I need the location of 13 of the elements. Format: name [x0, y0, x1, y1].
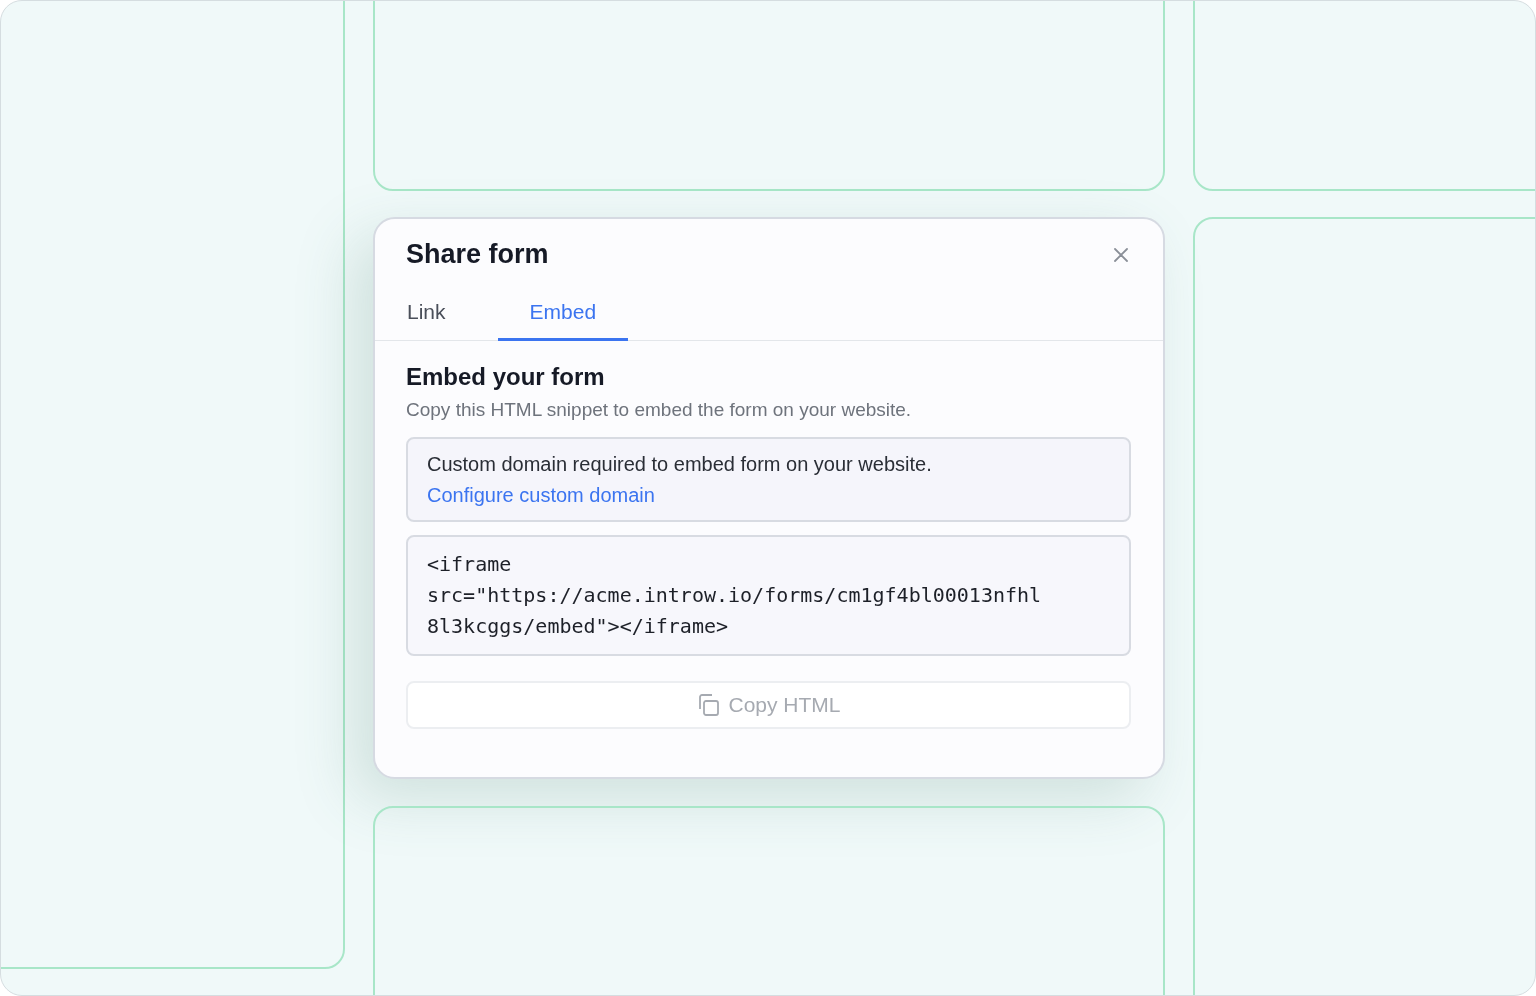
section-title: Embed your form — [406, 363, 606, 391]
tab[interactable]: Link — [375, 292, 498, 341]
copy-icon — [696, 693, 721, 717]
description: Copy this HTML snippet to embed the form on your website. — [406, 399, 913, 421]
dialog-title: Share form — [406, 239, 549, 270]
code-line: <iframe — [427, 551, 512, 578]
code-line: src="https://acme.introw.io/forms/cm1gf4bl00013nfhl — [427, 582, 1042, 609]
configure-domain-link[interactable]: Configure custom domain — [427, 484, 655, 507]
code-line: 8l3kcggs/embed"></iframe> — [427, 613, 729, 640]
notice-text: Custom domain required to embed form on your website. — [427, 453, 933, 476]
close-button[interactable] — [1113, 246, 1129, 263]
close-icon — [1113, 246, 1129, 263]
tab[interactable]: Embed — [497, 292, 629, 341]
